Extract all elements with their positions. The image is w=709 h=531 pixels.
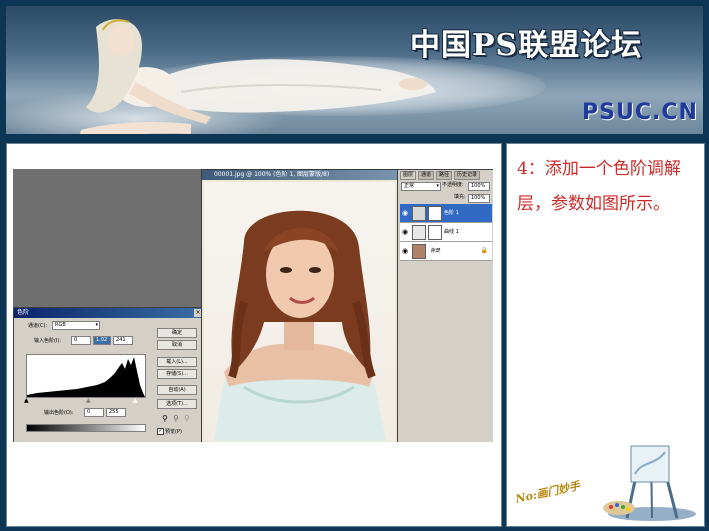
curves-adjustment-thumbnail: [412, 225, 426, 240]
photoshop-screenshot: 色阶 × 通道(C): RGB ▾ 输入色阶(I): 0 1.02 241 ▲ …: [13, 169, 493, 442]
fill-field[interactable]: 100%: [468, 194, 490, 203]
output-white-field[interactable]: 255: [106, 408, 126, 417]
eye-icon[interactable]: ◉: [401, 228, 409, 236]
fill-label: 填充:: [454, 194, 466, 200]
blend-mode-select[interactable]: 正常 ▾: [401, 182, 441, 191]
step-description: 4：添加一个色阶调解层，参数如图所示。: [517, 159, 681, 214]
page-frame: 中国PS联盟论坛 PSUC.CN 色阶 × 通道(C): RGB ▾ 输入色阶(…: [0, 0, 709, 531]
eye-icon[interactable]: ◉: [401, 209, 409, 217]
layer-mask-thumbnail: [428, 206, 442, 221]
eye-icon[interactable]: ◉: [401, 247, 409, 255]
input-slider-gamma[interactable]: ▲: [86, 397, 91, 404]
channel-select[interactable]: RGB ▾: [52, 321, 100, 330]
tab-layers[interactable]: 图层: [400, 171, 417, 180]
input-black-field[interactable]: 0: [71, 336, 91, 345]
document-window: 00001.jpg @ 100% (色阶 1, 图层蒙版/8): [201, 169, 398, 442]
tab-history[interactable]: 历史记录: [454, 171, 481, 180]
levels-dialog: 色阶 × 通道(C): RGB ▾ 输入色阶(I): 0 1.02 241 ▲ …: [13, 307, 205, 442]
eyedropper-gray-icon[interactable]: ⚲: [173, 414, 179, 423]
layer-name: 色阶 1: [444, 210, 459, 216]
blend-mode-value: 正常: [404, 183, 415, 189]
output-gradient-bar: [26, 424, 146, 432]
banner-fairy-illustration: [80, 19, 436, 134]
eyedropper-white-icon[interactable]: ⚲: [184, 414, 190, 423]
tutorial-screenshot-panel: 色阶 × 通道(C): RGB ▾ 输入色阶(I): 0 1.02 241 ▲ …: [6, 143, 502, 527]
input-gamma-field[interactable]: 1.02: [93, 336, 111, 345]
channel-label: 通道(C):: [28, 323, 48, 329]
opacity-label: 不透明度:: [442, 182, 464, 188]
layer-row-levels[interactable]: ◉ 色阶 1: [400, 204, 492, 223]
site-banner: 中国PS联盟论坛 PSUC.CN: [6, 6, 703, 134]
tab-channels[interactable]: 通道: [418, 171, 435, 180]
lock-icon: 🔒: [480, 247, 488, 254]
levels-histogram: [26, 354, 146, 398]
load-button[interactable]: 载入(L)...: [157, 357, 197, 367]
preview-label: 预览(P): [165, 429, 182, 435]
layer-name: 背景: [430, 248, 441, 254]
layer-mask-thumbnail: [428, 225, 442, 240]
channel-value: RGB: [55, 322, 66, 328]
output-levels-label: 输出色阶(O):: [44, 410, 74, 416]
eyedropper-black-icon[interactable]: ⚲: [162, 414, 168, 423]
chevron-down-icon: ▾: [436, 183, 439, 189]
layer-name: 曲线 1: [444, 229, 459, 235]
tab-paths[interactable]: 路径: [436, 171, 453, 180]
levels-dialog-title: 色阶 ×: [14, 308, 204, 318]
background-thumbnail: [412, 244, 426, 259]
save-button[interactable]: 存储(S)...: [157, 369, 197, 379]
cancel-button[interactable]: 取消: [157, 340, 197, 350]
easel-decoration-icon: [603, 445, 696, 521]
output-black-field[interactable]: 0: [84, 408, 104, 417]
tutorial-text-panel: 4：添加一个色阶调解层，参数如图所示。 No:画门妙手: [506, 143, 705, 527]
auto-button[interactable]: 自动(A): [157, 385, 197, 395]
input-slider-black[interactable]: ▲: [24, 397, 29, 404]
signature-stamp: No:画门妙手: [514, 479, 582, 506]
ok-button[interactable]: 确定: [157, 328, 197, 338]
portrait-photo: [204, 182, 395, 441]
portrait-illustration: [214, 210, 386, 441]
document-title: 00001.jpg @ 100% (色阶 1, 图层蒙版/8): [202, 170, 397, 180]
input-slider-white[interactable]: ▲: [133, 397, 138, 404]
layer-row-curves[interactable]: ◉ 曲线 1: [400, 223, 492, 242]
options-button[interactable]: 选项(T)...: [157, 399, 197, 409]
chevron-down-icon: ▾: [95, 322, 98, 328]
opacity-field[interactable]: 100%: [468, 182, 490, 191]
layers-panel: 图层 通道 路径 历史记录 正常 ▾ 不透明度: 100% 填充: 100% ◉…: [397, 169, 493, 442]
levels-dialog-title-text: 色阶: [17, 309, 30, 316]
input-levels-label: 输入色阶(I):: [34, 338, 62, 344]
site-title: 中国PS联盟论坛: [410, 28, 643, 63]
site-domain: PSUC.CN: [582, 100, 698, 125]
levels-adjustment-thumbnail: [412, 206, 426, 221]
input-white-field[interactable]: 241: [113, 336, 133, 345]
preview-checkbox[interactable]: ✓: [157, 428, 164, 435]
layer-row-background[interactable]: ◉ 背景 🔒: [400, 242, 492, 261]
